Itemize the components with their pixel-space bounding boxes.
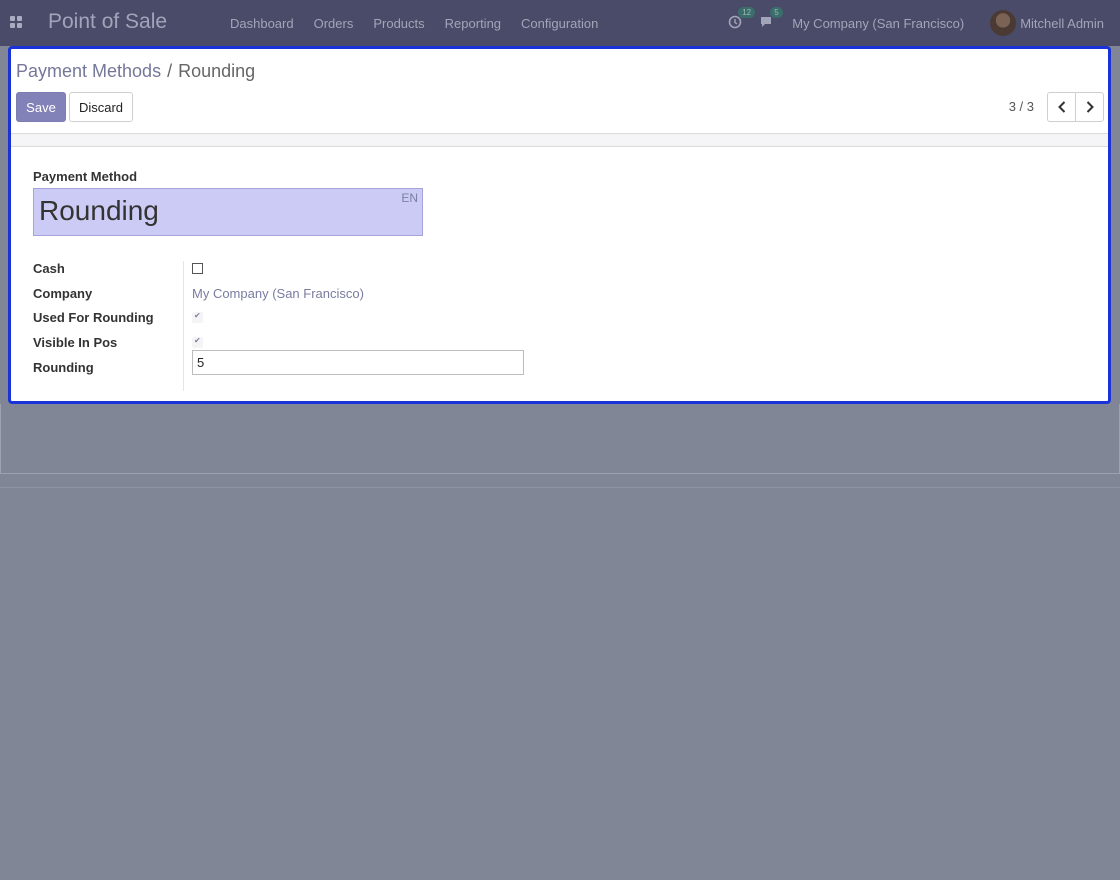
menu-products[interactable]: Products xyxy=(363,16,434,31)
breadcrumb: Payment Methods / Rounding xyxy=(16,61,255,82)
menu-reporting[interactable]: Reporting xyxy=(435,16,511,31)
activity-count-badge: 12 xyxy=(738,6,756,18)
row-cash: Cash xyxy=(33,261,533,285)
discard-button[interactable]: Discard xyxy=(69,92,133,122)
payment-method-name-input[interactable]: Rounding EN xyxy=(33,188,423,236)
company-switcher[interactable]: My Company (San Francisco) xyxy=(792,16,964,31)
rounding-input[interactable]: 5 xyxy=(192,350,524,375)
control-panel-divider xyxy=(11,133,1108,147)
form-dialog: Payment Methods / Rounding Save Discard 3 … xyxy=(8,46,1111,404)
app-name: Point of Sale xyxy=(48,10,168,33)
company-label: Company xyxy=(33,286,93,301)
pager-value[interactable]: 3 / 3 xyxy=(1009,99,1034,114)
visible-in-pos-checkbox[interactable] xyxy=(192,336,203,348)
cash-label: Cash xyxy=(33,261,65,276)
background-divider xyxy=(0,487,1120,488)
rounding-label: Rounding xyxy=(33,360,94,375)
translate-lang-button[interactable]: EN xyxy=(401,191,418,205)
pager-previous-button[interactable] xyxy=(1047,92,1076,122)
used-for-rounding-label: Used For Rounding xyxy=(33,310,154,325)
company-link[interactable]: My Company (San Francisco) xyxy=(192,286,364,301)
menu-configuration[interactable]: Configuration xyxy=(511,16,608,31)
save-button[interactable]: Save xyxy=(16,92,66,122)
breadcrumb-current: Rounding xyxy=(178,61,256,81)
row-used-for-rounding: Used For Rounding xyxy=(33,310,533,334)
messages-icon[interactable]: 5 xyxy=(760,6,783,32)
payment-method-label: Payment Method xyxy=(33,169,138,184)
menu-orders[interactable]: Orders xyxy=(304,16,364,31)
cash-checkbox[interactable] xyxy=(192,263,203,274)
used-for-rounding-checkbox[interactable] xyxy=(192,311,203,323)
chevron-left-icon xyxy=(1057,101,1065,113)
breadcrumb-separator: / xyxy=(167,61,173,81)
pager-next-button[interactable] xyxy=(1075,92,1104,122)
messages-count-badge: 5 xyxy=(770,6,783,18)
top-navbar: Point of Sale Dashboard Orders Products … xyxy=(0,0,1120,46)
activity-icon[interactable]: 12 xyxy=(728,6,756,32)
control-panel: Payment Methods / Rounding Save Discard 3 … xyxy=(11,49,1108,133)
payment-method-name-value: Rounding xyxy=(39,195,159,226)
background-view xyxy=(0,404,1120,474)
breadcrumb-parent[interactable]: Payment Methods xyxy=(16,61,161,81)
menu-dashboard[interactable]: Dashboard xyxy=(220,16,304,31)
user-menu[interactable]: Mitchell Admin xyxy=(990,10,1104,36)
row-rounding: Rounding 5 xyxy=(33,350,533,384)
main-menu: Dashboard Orders Products Reporting Conf… xyxy=(220,0,608,46)
chevron-right-icon xyxy=(1086,101,1094,113)
avatar xyxy=(990,10,1017,36)
systray: 12 5 My Company (San Francisco) Mitchell… xyxy=(728,0,1120,46)
row-company: Company My Company (San Francisco) xyxy=(33,286,533,310)
visible-in-pos-label: Visible In Pos xyxy=(33,335,118,350)
user-name: Mitchell Admin xyxy=(1020,15,1104,31)
apps-menu-icon[interactable] xyxy=(10,16,22,28)
